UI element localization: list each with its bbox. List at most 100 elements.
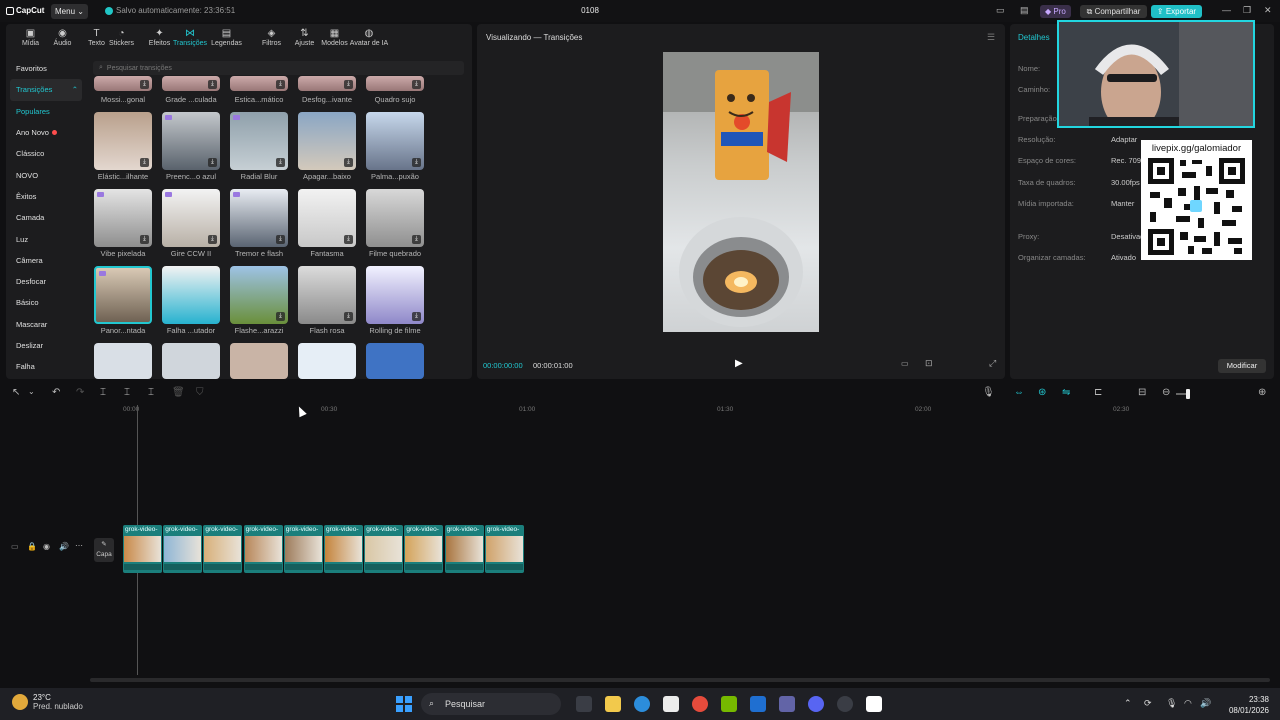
preview-video[interactable] — [663, 52, 819, 332]
search-input[interactable]: ⌕ Pesquisar transições — [93, 61, 464, 75]
share-button[interactable]: ⧉ Compartilhar — [1080, 5, 1147, 18]
windows-start-icon[interactable] — [396, 696, 412, 712]
magnet-icon[interactable]: ⊛ — [1038, 387, 1046, 398]
category-item[interactable]: Êxitos — [6, 186, 86, 207]
eye-icon[interactable]: ◉ — [43, 542, 50, 551]
transition-thumbnail[interactable] — [94, 343, 152, 379]
screenshot-icon[interactable]: ⊡ — [925, 358, 933, 369]
transition-thumbnail[interactable] — [162, 266, 220, 324]
transition-thumbnail[interactable]: ⤓ — [366, 112, 424, 170]
store-icon[interactable] — [663, 696, 679, 712]
transition-thumbnail[interactable] — [230, 343, 288, 379]
edge-icon[interactable] — [634, 696, 650, 712]
chevron-up-icon[interactable]: ⌃ — [1124, 698, 1132, 709]
transition-thumbnail[interactable]: ⤓ — [298, 112, 356, 170]
fullscreen-icon[interactable]: ⤢ — [989, 358, 996, 369]
wifi-icon[interactable]: ◠ — [1184, 698, 1192, 709]
capcut-taskbar-icon[interactable] — [866, 696, 882, 712]
file-explorer-icon[interactable] — [605, 696, 621, 712]
preview-axis-icon[interactable]: ⊏ — [1094, 387, 1102, 398]
ratio-icon[interactable]: ▭ — [901, 359, 909, 368]
panel-icon[interactable]: ▤ — [1020, 5, 1029, 16]
transition-thumbnail[interactable]: ⤓ — [298, 189, 356, 247]
transition-thumbnail[interactable]: ⤓ — [94, 189, 152, 247]
category-item[interactable]: Mascarar — [6, 314, 86, 335]
transition-thumbnail[interactable] — [162, 343, 220, 379]
export-button[interactable]: ⇪ Exportar — [1151, 5, 1202, 18]
video-clip[interactable]: grok-video- — [123, 525, 162, 573]
layout-icon[interactable]: ▭ — [996, 5, 1005, 16]
tab-sticker[interactable]: ◔ Stickers — [105, 24, 138, 52]
link-icon[interactable]: ⇔ — [1014, 387, 1024, 398]
transition-thumbnail[interactable]: ⤓ — [230, 112, 288, 170]
speaker-icon[interactable]: 🔊 — [59, 542, 69, 551]
category-item[interactable]: Básico — [6, 292, 86, 313]
minimize-icon[interactable]: — — [1222, 5, 1231, 15]
video-clip[interactable]: grok-video- — [283, 525, 323, 573]
menu-button[interactable]: Menu ⌄ — [51, 4, 88, 19]
chrome-icon[interactable] — [692, 696, 708, 712]
sync-icon[interactable]: ⟳ — [1144, 698, 1152, 709]
caption-icon[interactable]: ⊟ — [1138, 387, 1146, 398]
tab-filters[interactable]: ◈ Filtros — [255, 24, 288, 52]
chevron-down-icon[interactable]: ⌄ — [28, 387, 35, 396]
transition-thumbnail[interactable]: ⤓ — [230, 189, 288, 247]
transition-thumbnail[interactable]: ⤓ — [162, 189, 220, 247]
video-clip[interactable]: grok-video- — [324, 525, 363, 573]
delete-icon[interactable]: 🗑 — [172, 387, 185, 398]
nvidia-icon[interactable] — [721, 696, 737, 712]
split-left-icon[interactable]: ⌶ — [124, 387, 130, 398]
taskbar-search[interactable]: ⌕ Pesquisar — [421, 693, 561, 715]
category-item[interactable]: Populares — [6, 101, 86, 122]
transition-thumbnail[interactable]: ⤓ — [162, 76, 220, 91]
transition-thumbnail[interactable]: ⤓ — [298, 266, 356, 324]
transition-thumbnail[interactable]: ⤓ — [298, 76, 356, 91]
video-clip[interactable]: grok-video- — [243, 525, 283, 573]
cover-button[interactable]: ✎ Capa — [94, 538, 114, 562]
transition-thumbnail[interactable]: ⤓ — [366, 266, 424, 324]
video-clip[interactable]: grok-video- — [163, 525, 203, 573]
more-icon[interactable]: ⋯ — [75, 541, 83, 550]
zoom-slider-handle[interactable] — [1186, 389, 1190, 399]
weather-widget[interactable]: 23°C Pred. nublado — [12, 693, 83, 711]
teams-icon[interactable] — [779, 696, 795, 712]
play-icon[interactable]: ▶ — [735, 358, 743, 369]
category-item[interactable]: Deslizar — [6, 335, 86, 356]
timeline-scrollbar[interactable] — [90, 678, 1270, 682]
category-item[interactable]: Transições ⌃ — [10, 79, 82, 101]
modify-button[interactable]: Modificar — [1218, 359, 1266, 373]
discord-icon[interactable] — [808, 696, 824, 712]
track-screen-icon[interactable]: ▭ — [11, 542, 19, 551]
video-clip[interactable]: grok-video- — [484, 525, 524, 573]
split-right-icon[interactable]: ⌶ — [148, 387, 154, 398]
microphone-icon[interactable]: 🎙 — [982, 387, 995, 398]
tab-media[interactable]: ▣ Mídia — [14, 24, 47, 52]
transition-thumbnail[interactable]: ⤓ — [94, 112, 152, 170]
transition-thumbnail[interactable]: ⤓ — [366, 76, 424, 91]
undo-icon[interactable]: ↶ — [52, 387, 60, 398]
microphone-tray-icon[interactable]: 🎙 — [1166, 698, 1177, 709]
transition-thumbnail[interactable] — [298, 343, 356, 379]
category-item[interactable]: Luz — [6, 228, 86, 249]
select-tool-icon[interactable]: ↖ — [12, 387, 20, 398]
category-item[interactable]: Câmera — [6, 250, 86, 271]
tab-adjust[interactable]: ⇅ Ajuste — [288, 24, 321, 52]
category-item[interactable]: NOVO — [6, 164, 86, 185]
menu-icon[interactable]: ☰ — [987, 32, 995, 43]
tab-captions[interactable]: ▤ Legendas — [210, 24, 243, 52]
video-clip[interactable]: grok-video- — [404, 525, 444, 573]
snap-icon[interactable]: ⇋ — [1062, 387, 1070, 398]
category-item[interactable]: Desfocar — [6, 271, 86, 292]
shield-icon[interactable]: ⛉ — [196, 387, 204, 398]
zoom-out-icon[interactable]: ⊖ — [1162, 387, 1170, 398]
system-clock[interactable]: 23:38 08/01/2026 — [1215, 694, 1269, 716]
zoom-in-icon[interactable]: ⊕ — [1258, 387, 1266, 398]
task-view-icon[interactable] — [576, 696, 592, 712]
category-item[interactable]: Clássico — [6, 143, 86, 164]
video-clip[interactable]: grok-video- — [444, 525, 484, 573]
tab-transitions[interactable]: ⋈ Transições — [171, 24, 209, 52]
timeline-ruler[interactable]: 00:00 00:30 01:00 01:30 02:00 02:30 — [90, 405, 1280, 417]
tab-audio[interactable]: ◉ Áudio — [46, 24, 79, 52]
project-name[interactable]: 0108 — [560, 6, 620, 15]
transition-thumbnail[interactable] — [366, 343, 424, 379]
